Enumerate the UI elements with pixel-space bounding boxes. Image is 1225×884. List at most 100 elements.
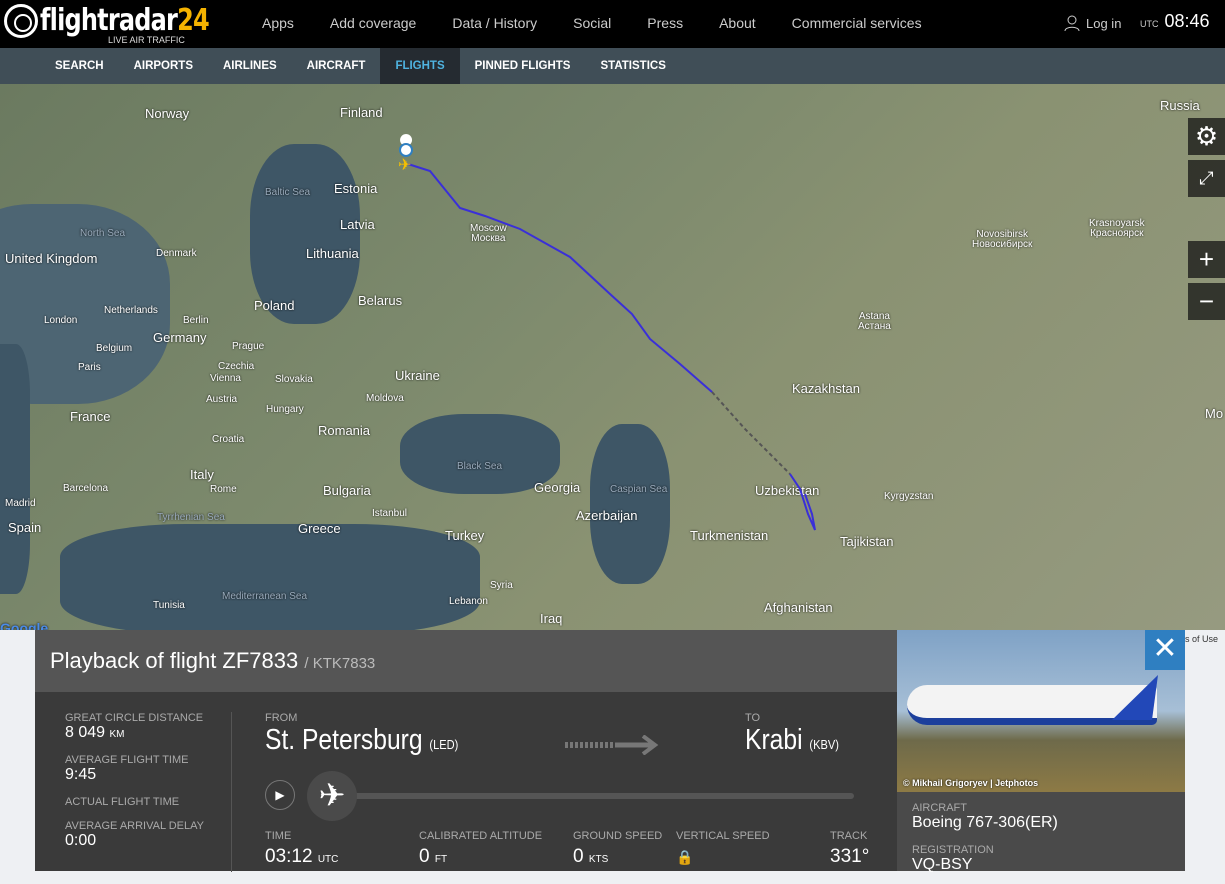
- route-flown-end: [789, 473, 816, 531]
- stat-unit: KM: [109, 729, 125, 740]
- readout-value: 03:12 UTC: [265, 846, 338, 868]
- readout-label: CALIBRATED ALTITUDE: [419, 830, 543, 842]
- tab-pinned-flights[interactable]: PINNED FLIGHTS: [460, 48, 586, 84]
- readout-number: 0: [419, 846, 430, 867]
- svg-text:✈: ✈: [398, 157, 411, 174]
- stat-value: 0:00: [65, 832, 235, 850]
- zoom-out-button[interactable]: −: [1188, 283, 1225, 320]
- readout-vertical-speed: VERTICAL SPEED 🔒: [676, 830, 770, 868]
- stat-great-circle-distance: GREAT CIRCLE DISTANCE 8 049 KM: [65, 712, 235, 742]
- close-icon[interactable]: ✕: [1145, 630, 1185, 670]
- route-arrow-icon: [565, 735, 659, 755]
- sub-nav: SEARCH AIRPORTS AIRLINES AIRCRAFT FLIGHTS PIN…: [0, 48, 1225, 84]
- map[interactable]: NorwayFinlandSwedenEstoniaLatviaLithuani…: [0, 84, 1225, 630]
- photo-credit[interactable]: © Mikhail Grigoryev | Jetphotos: [903, 778, 1038, 788]
- destination-city: Krabi: [745, 724, 803, 756]
- tab-search[interactable]: SEARCH: [40, 48, 119, 84]
- play-button[interactable]: ▶: [265, 780, 295, 810]
- panel-header: Playback of flight ZF7833 / KTK7833: [35, 630, 897, 692]
- readout-number: 0: [573, 846, 584, 867]
- clock-time: 08:46: [1164, 11, 1210, 31]
- topnav-item-social[interactable]: Social: [573, 15, 611, 31]
- readout-unit: KTS: [588, 854, 609, 865]
- aircraft-marker[interactable]: ✈: [398, 134, 413, 174]
- radar-icon: [4, 3, 38, 38]
- login-button[interactable]: Log in: [1064, 15, 1121, 31]
- top-nav: Apps Add coverage Data / History Social Pres…: [262, 15, 958, 31]
- brand-number: 24: [177, 3, 210, 38]
- readout-value: 331°: [830, 846, 869, 868]
- slider-thumb-plane-icon[interactable]: ✈: [307, 771, 357, 821]
- readout-time: TIME 03:12 UTC: [265, 830, 338, 868]
- fullscreen-icon[interactable]: ⤢: [1188, 160, 1225, 197]
- readout-unit: FT: [434, 854, 448, 865]
- stat-number: 8 049: [65, 724, 106, 741]
- tab-aircraft[interactable]: AIRCRAFT: [292, 48, 381, 84]
- topnav-item-press[interactable]: Press: [647, 15, 683, 31]
- settings-gear-icon[interactable]: ⚙: [1188, 118, 1225, 155]
- topnav-item-commercial-services[interactable]: Commercial services: [792, 15, 922, 31]
- route-estimated: [711, 391, 791, 475]
- stat-label: AVERAGE ARRIVAL DELAY: [65, 820, 204, 832]
- topnav-item-about[interactable]: About: [719, 15, 756, 31]
- readout-value: 0 KTS: [573, 846, 662, 868]
- stat-value: 8 049 KM: [65, 724, 235, 742]
- stat-number: 0:00: [65, 832, 97, 849]
- origin-city: St. Petersburg: [265, 724, 423, 756]
- stat-average-arrival-delay: AVERAGE ARRIVAL DELAY 0:00: [65, 820, 235, 850]
- to-label: TO: [745, 712, 761, 724]
- flight-alt-callsign: / KTK7833: [304, 655, 376, 672]
- readout-number: 03:12: [265, 846, 313, 867]
- readout-number: 331°: [830, 846, 870, 867]
- top-bar: flightradar24 LIVE AIR TRAFFIC Apps Add c…: [0, 0, 1225, 48]
- stat-label: GREAT CIRCLE DISTANCE: [65, 712, 204, 724]
- stat-label: ACTUAL FLIGHT TIME: [65, 796, 180, 808]
- registration: VQ-BSY: [912, 856, 973, 873]
- readout-track: TRACK 331°: [830, 830, 869, 868]
- origin: FROM St. Petersburg (LED): [265, 712, 492, 757]
- flight-route: ✈: [398, 134, 816, 531]
- destination-code: (KBV): [809, 737, 839, 752]
- clock-tz: UTC: [1140, 19, 1159, 29]
- stat-actual-flight-time: ACTUAL FLIGHT TIME: [65, 796, 235, 808]
- tab-airlines[interactable]: AIRLINES: [208, 48, 292, 84]
- playback-panel: Playback of flight ZF7833 / KTK7833 GREA…: [35, 630, 897, 872]
- lock-icon: 🔒: [676, 849, 694, 865]
- aircraft-photo[interactable]: © Mikhail Grigoryev | Jetphotos: [897, 630, 1185, 792]
- tab-airports[interactable]: AIRPORTS: [119, 48, 208, 84]
- readout-label: TIME: [265, 830, 292, 842]
- aircraft-label: AIRCRAFT: [912, 802, 967, 814]
- playback-slider[interactable]: [350, 793, 854, 799]
- flight-title: Playback of flight ZF7833: [50, 648, 299, 673]
- readout-unit: UTC: [317, 854, 339, 865]
- google-logo: Google: [0, 620, 49, 630]
- divider: [231, 712, 232, 872]
- readout-label: GROUND SPEED: [573, 830, 663, 842]
- login-label: Log in: [1086, 15, 1122, 31]
- terms-link[interactable]: s of Use: [1185, 634, 1218, 644]
- tab-flights[interactable]: FLIGHTS: [380, 48, 460, 84]
- stat-value: 9:45: [65, 766, 235, 784]
- readout-altitude: CALIBRATED ALTITUDE 0 FT: [419, 830, 542, 868]
- origin-code: (LED): [429, 737, 459, 752]
- topnav-item-add-coverage[interactable]: Add coverage: [330, 15, 416, 31]
- tab-statistics[interactable]: STATISTICS: [585, 48, 680, 84]
- aircraft-type: Boeing 767-306(ER): [912, 814, 1058, 831]
- stat-number: 9:45: [65, 766, 97, 783]
- brand-name: flightradar: [40, 3, 178, 38]
- logo[interactable]: flightradar24 LIVE AIR TRAFFIC: [4, 3, 251, 45]
- user-icon: [1064, 15, 1080, 31]
- readout-value: 0 FT: [419, 846, 542, 868]
- topnav-item-data-history[interactable]: Data / History: [452, 15, 537, 31]
- tagline: LIVE AIR TRAFFIC: [108, 35, 185, 45]
- flight-stats: GREAT CIRCLE DISTANCE 8 049 KM AVERAGE FLI…: [65, 712, 235, 862]
- zoom-in-button[interactable]: +: [1188, 241, 1225, 278]
- from-label: FROM: [265, 712, 298, 724]
- readout-label: VERTICAL SPEED: [676, 830, 770, 842]
- readout-value: 🔒: [676, 846, 770, 868]
- readout-label: TRACK: [830, 830, 868, 842]
- topnav-item-apps[interactable]: Apps: [262, 15, 294, 31]
- registration-label: REGISTRATION: [912, 844, 994, 856]
- route-flown: [407, 163, 713, 393]
- stat-average-flight-time: AVERAGE FLIGHT TIME 9:45: [65, 754, 235, 784]
